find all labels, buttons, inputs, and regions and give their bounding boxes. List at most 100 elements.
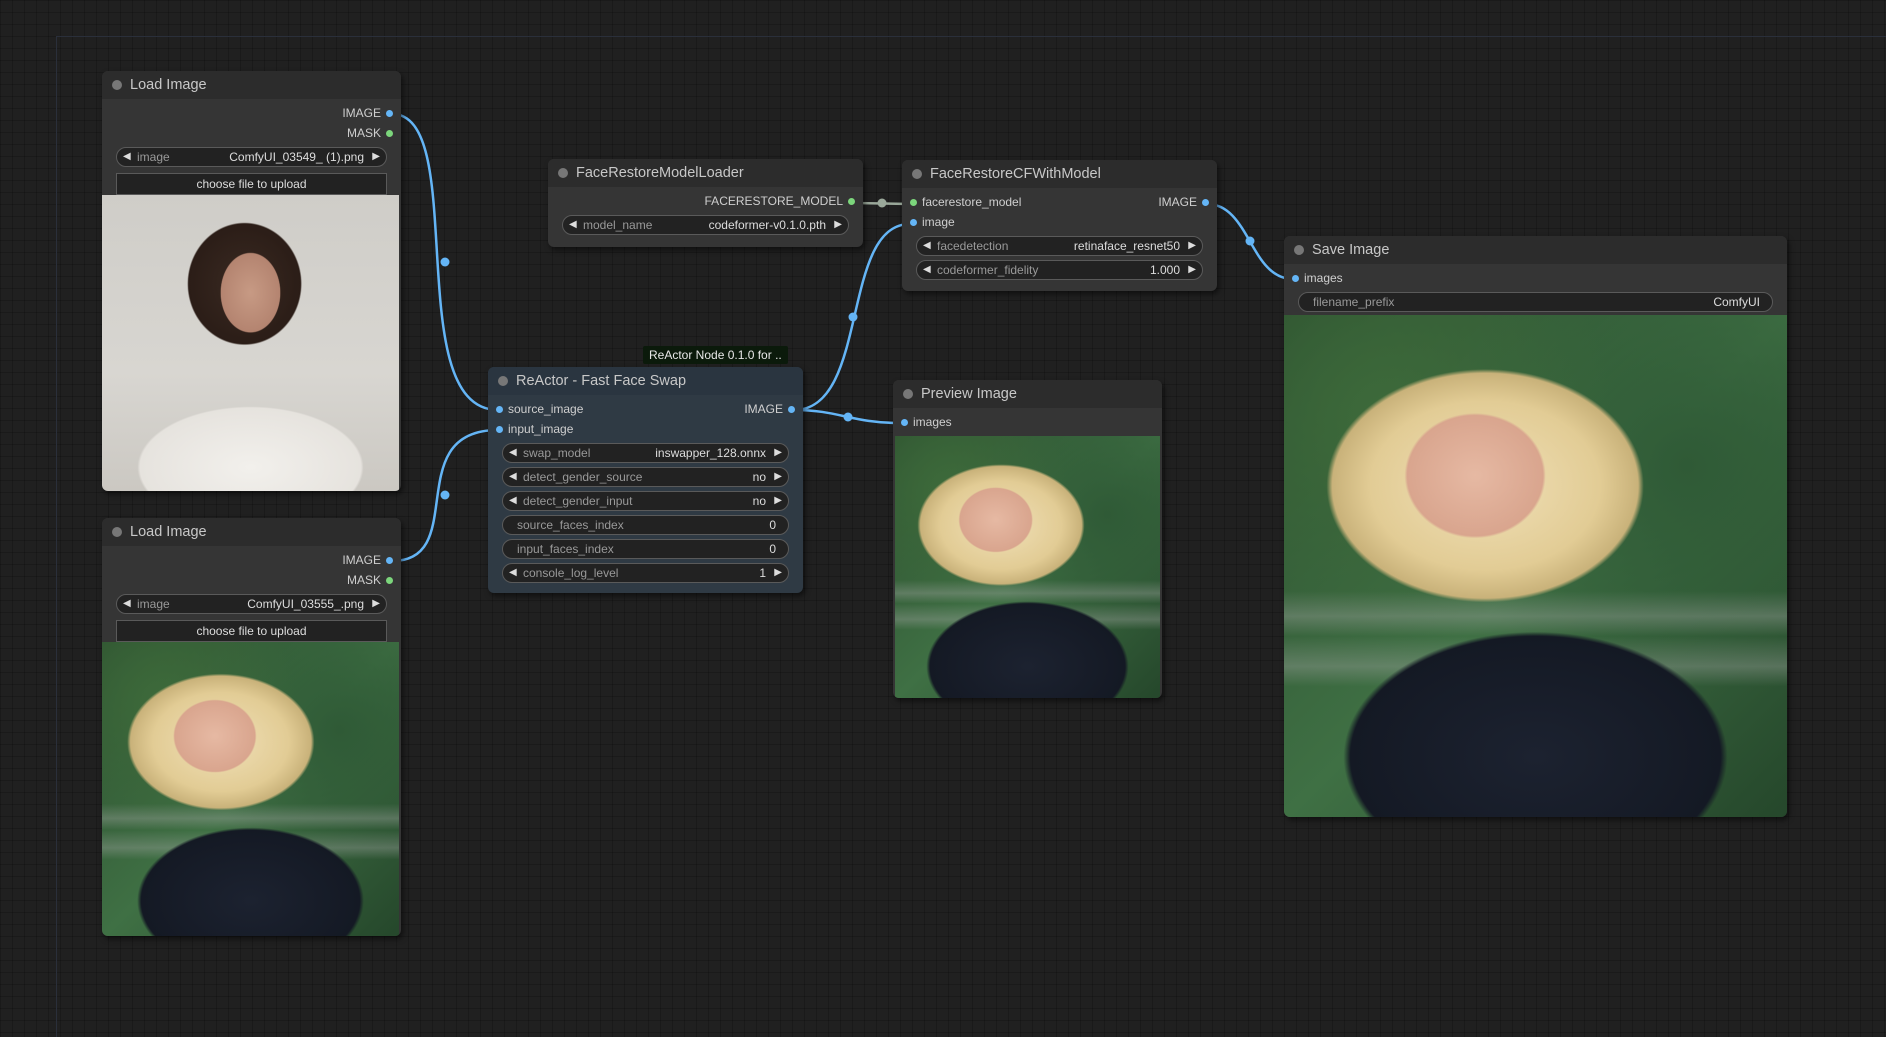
widget-value: ComfyUI_03549_ (1).png <box>229 150 364 164</box>
model-name-combo-widget[interactable]: ◀ model_name codeformer-v0.1.0.pth ▶ <box>562 215 849 235</box>
node-canvas[interactable]: Load Image IMAGE MASK ◀ image ComfyUI_03… <box>0 0 1886 1037</box>
node-title: FaceRestoreCFWithModel <box>930 166 1101 182</box>
collapse-dot-icon[interactable] <box>903 389 913 399</box>
face-restore-cf-node[interactable]: FaceRestoreCFWithModel facerestore_model… <box>902 160 1217 291</box>
output-dot-icon[interactable] <box>386 110 393 117</box>
collapse-dot-icon[interactable] <box>558 168 568 178</box>
node-title: Preview Image <box>921 386 1017 402</box>
input-slot-facerestore-model[interactable]: facerestore_model IMAGE <box>902 192 1217 212</box>
output-slot-mask[interactable]: MASK <box>102 123 401 143</box>
node-title-bar[interactable]: Preview Image <box>893 380 1162 408</box>
codeformer-fidelity-widget[interactable]: ◀ codeformer_fidelity 1.000 ▶ <box>916 260 1203 280</box>
node-title-bar[interactable]: FaceRestoreModelLoader <box>548 159 863 187</box>
swap-model-combo-widget[interactable]: ◀ swap_model inswapper_128.onnx ▶ <box>502 443 789 463</box>
widget-label: source_faces_index <box>517 518 624 532</box>
widget-value: ComfyUI_03555_.png <box>247 597 364 611</box>
link-reactor-to-preview <box>793 408 902 425</box>
arrow-right-icon[interactable]: ▶ <box>1188 261 1196 279</box>
widget-label: swap_model <box>523 446 591 460</box>
node-title-bar[interactable]: Save Image <box>1284 236 1787 264</box>
link-midpoint <box>1245 236 1255 246</box>
input-dot-icon[interactable] <box>910 199 917 206</box>
input-slot-images[interactable]: images <box>1284 268 1787 288</box>
widget-value: 1 <box>759 566 766 580</box>
slot-label: source_image <box>508 402 584 416</box>
detect-gender-input-widget[interactable]: ◀ detect_gender_input no ▶ <box>502 491 789 511</box>
arrow-left-icon[interactable]: ◀ <box>509 492 517 510</box>
slot-label: facerestore_model <box>922 195 1022 209</box>
input-slot-input-image[interactable]: input_image <box>488 419 803 439</box>
input-slot-source-image[interactable]: source_image IMAGE <box>488 399 803 419</box>
upload-button[interactable]: choose file to upload <box>116 620 387 642</box>
detect-gender-source-widget[interactable]: ◀ detect_gender_source no ▶ <box>502 467 789 487</box>
arrow-left-icon[interactable]: ◀ <box>509 444 517 462</box>
arrow-left-icon[interactable]: ◀ <box>509 564 517 582</box>
load-image-node-1[interactable]: Load Image IMAGE MASK ◀ image ComfyUI_03… <box>102 71 401 491</box>
arrow-left-icon[interactable]: ◀ <box>509 468 517 486</box>
input-faces-index-field[interactable]: input_faces_index 0 <box>502 539 789 559</box>
input-dot-icon[interactable] <box>1292 275 1299 282</box>
save-image-node[interactable]: Save Image images filename_prefix ComfyU… <box>1284 236 1787 817</box>
link-load1-to-reactor-source <box>391 112 499 412</box>
node-title-bar[interactable]: FaceRestoreCFWithModel <box>902 160 1217 188</box>
widget-value: no <box>752 470 766 484</box>
arrow-right-icon[interactable]: ▶ <box>834 216 842 234</box>
node-title-bar[interactable]: ReActor - Fast Face Swap <box>488 367 803 395</box>
output-dot-icon[interactable] <box>386 557 393 564</box>
image-preview <box>102 195 399 491</box>
arrow-right-icon[interactable]: ▶ <box>774 444 782 462</box>
input-slot-image[interactable]: image <box>902 212 1217 232</box>
output-dot-icon[interactable] <box>848 198 855 205</box>
arrow-left-icon[interactable]: ◀ <box>123 148 131 166</box>
upload-button[interactable]: choose file to upload <box>116 173 387 195</box>
node-title-bar[interactable]: Load Image <box>102 518 401 546</box>
input-dot-icon[interactable] <box>496 426 503 433</box>
source-faces-index-field[interactable]: source_faces_index 0 <box>502 515 789 535</box>
filename-prefix-field[interactable]: filename_prefix ComfyUI <box>1298 292 1773 312</box>
output-dot-icon[interactable] <box>386 130 393 137</box>
input-dot-icon[interactable] <box>910 219 917 226</box>
widget-value: 0 <box>769 542 776 556</box>
arrow-right-icon[interactable]: ▶ <box>774 564 782 582</box>
arrow-right-icon[interactable]: ▶ <box>372 148 380 166</box>
widget-label: image <box>137 597 170 611</box>
arrow-right-icon[interactable]: ▶ <box>774 492 782 510</box>
collapse-dot-icon[interactable] <box>498 376 508 386</box>
output-dot-icon[interactable] <box>788 406 795 413</box>
input-dot-icon[interactable] <box>496 406 503 413</box>
output-slot-image[interactable]: IMAGE <box>102 103 401 123</box>
output-dot-icon[interactable] <box>1202 199 1209 206</box>
output-slot-mask[interactable]: MASK <box>102 570 401 590</box>
reactor-face-swap-node[interactable]: ReActor - Fast Face Swap source_image IM… <box>488 367 803 593</box>
preview-image-node[interactable]: Preview Image images <box>893 380 1162 698</box>
collapse-dot-icon[interactable] <box>112 527 122 537</box>
arrow-right-icon[interactable]: ▶ <box>774 468 782 486</box>
arrow-left-icon[interactable]: ◀ <box>123 595 131 613</box>
facedetection-combo-widget[interactable]: ◀ facedetection retinaface_resnet50 ▶ <box>916 236 1203 256</box>
arrow-left-icon[interactable]: ◀ <box>923 237 931 255</box>
console-log-level-widget[interactable]: ◀ console_log_level 1 ▶ <box>502 563 789 583</box>
input-dot-icon[interactable] <box>901 419 908 426</box>
widget-label: filename_prefix <box>1313 295 1395 309</box>
collapse-dot-icon[interactable] <box>112 80 122 90</box>
image-combo-widget[interactable]: ◀ image ComfyUI_03549_ (1).png ▶ <box>116 147 387 167</box>
node-title: Load Image <box>130 77 207 93</box>
output-dot-icon[interactable] <box>386 577 393 584</box>
arrow-right-icon[interactable]: ▶ <box>372 595 380 613</box>
slot-label: input_image <box>508 422 574 436</box>
widget-value: 0 <box>769 518 776 532</box>
output-slot-image[interactable]: IMAGE <box>102 550 401 570</box>
collapse-dot-icon[interactable] <box>912 169 922 179</box>
input-slot-images[interactable]: images <box>893 412 1162 432</box>
widget-label: detect_gender_input <box>523 494 633 508</box>
image-combo-widget[interactable]: ◀ image ComfyUI_03555_.png ▶ <box>116 594 387 614</box>
face-restore-model-loader-node[interactable]: FaceRestoreModelLoader FACERESTORE_MODEL… <box>548 159 863 247</box>
collapse-dot-icon[interactable] <box>1294 245 1304 255</box>
output-slot-facerestore-model[interactable]: FACERESTORE_MODEL <box>548 191 863 211</box>
load-image-node-2[interactable]: Load Image IMAGE MASK ◀ image ComfyUI_03… <box>102 518 401 936</box>
link-midpoint <box>848 312 858 322</box>
arrow-right-icon[interactable]: ▶ <box>1188 237 1196 255</box>
arrow-left-icon[interactable]: ◀ <box>569 216 577 234</box>
node-title-bar[interactable]: Load Image <box>102 71 401 99</box>
arrow-left-icon[interactable]: ◀ <box>923 261 931 279</box>
